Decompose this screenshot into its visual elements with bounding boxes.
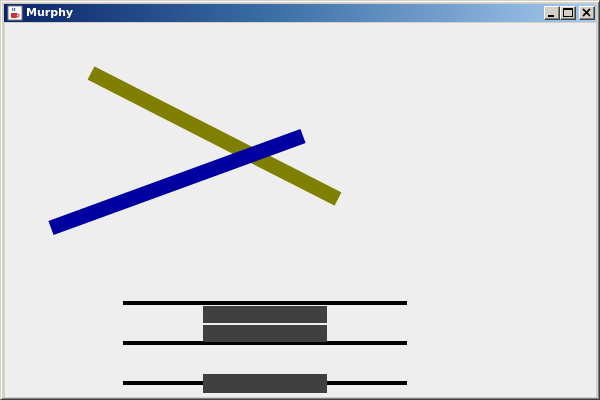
window-title: Murphy [26,6,74,19]
minimize-icon [548,15,554,17]
minimize-button[interactable] [544,6,560,20]
drawing-area[interactable] [5,23,596,397]
app-window: Murphy [0,0,600,400]
maximize-icon [563,8,573,17]
title-bar[interactable]: Murphy [4,4,596,22]
separator-line-1 [123,301,407,305]
maximize-button[interactable] [560,6,576,20]
close-icon [582,8,591,17]
drawing-canvas [48,66,407,393]
blue-stroke [48,128,306,236]
close-button[interactable] [579,6,595,20]
gray-bar-3 [203,374,327,393]
gray-bar-2 [203,325,327,342]
gray-bar-1 [203,306,327,323]
java-cup-icon[interactable] [7,5,23,21]
